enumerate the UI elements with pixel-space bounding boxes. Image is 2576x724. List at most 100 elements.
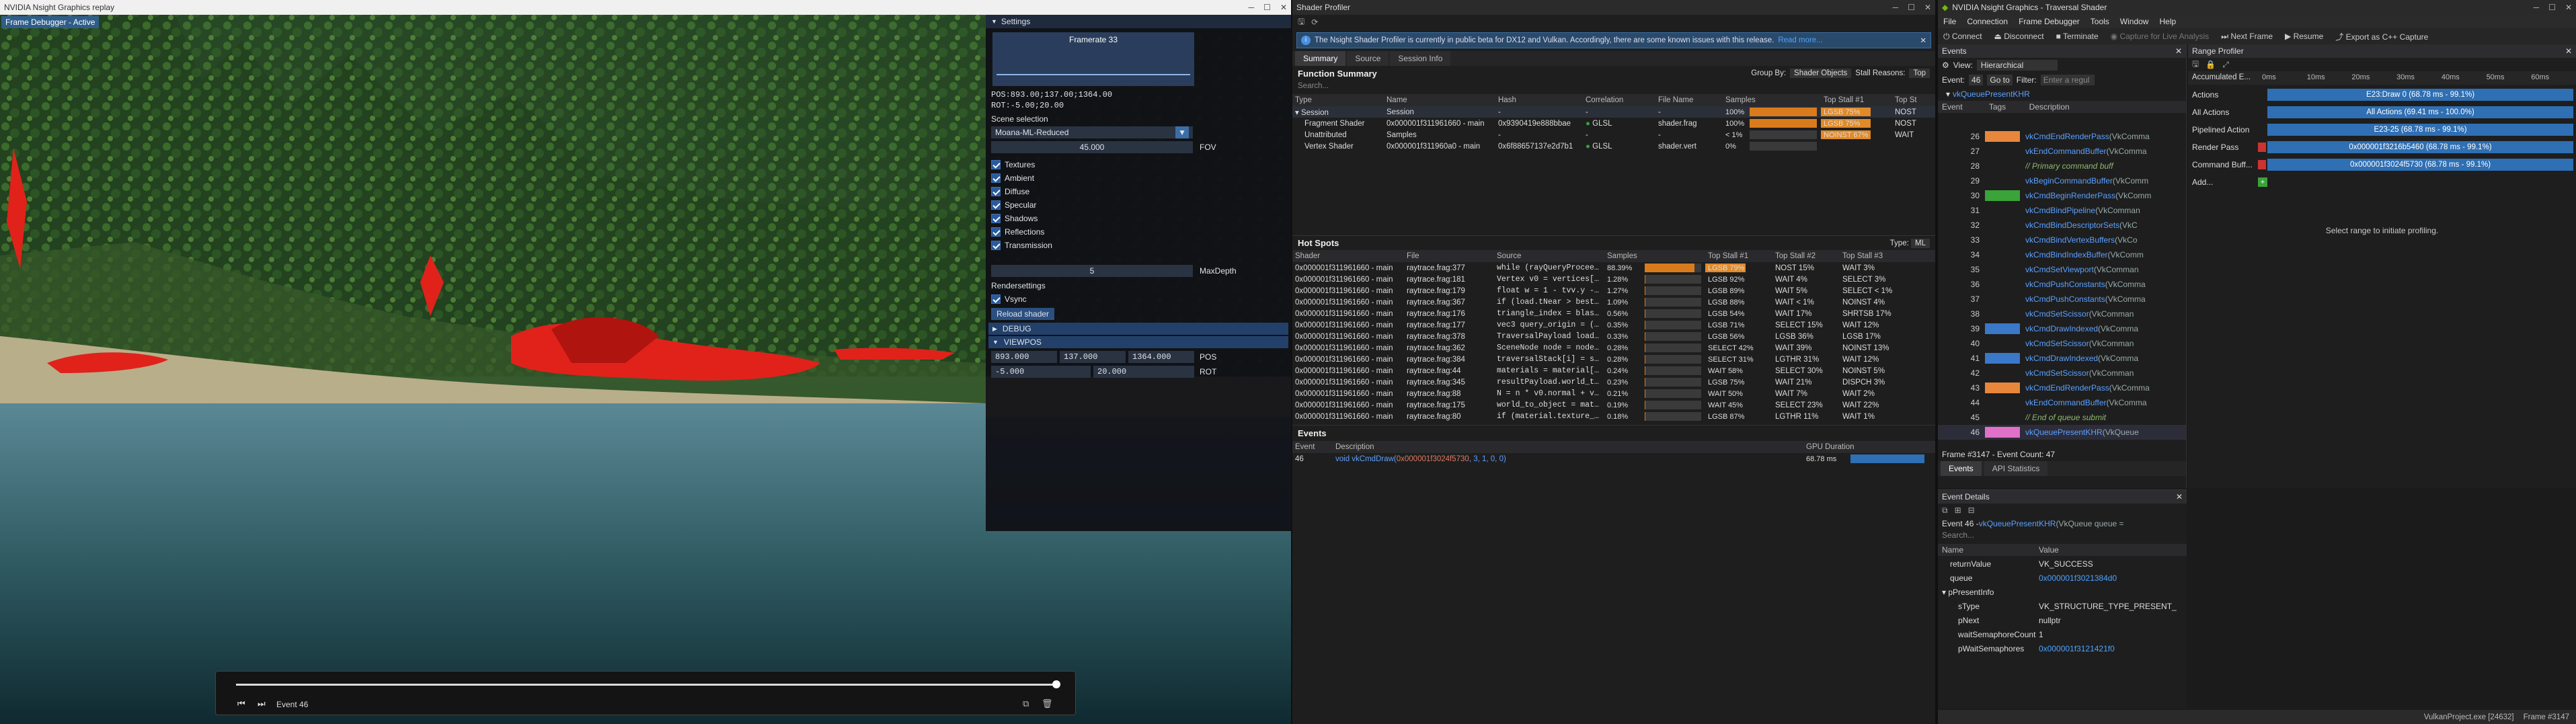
range-bar[interactable]: E23:Draw 0 (68.78 ms - 99.1%)	[2267, 89, 2573, 101]
fov-slider[interactable]: 45.000	[991, 141, 1193, 153]
list-item[interactable]: 46 vkQueuePresentKHR(VkQueue	[1938, 425, 2186, 440]
maximize-icon[interactable]: ☐	[1263, 3, 1271, 12]
row-file[interactable]: shader.vert	[1655, 140, 1723, 152]
feature-checkbox-ambient[interactable]: Ambient	[991, 172, 1034, 184]
table-row[interactable]: 0x000001f311961660 - main raytrace.frag:3…	[1292, 376, 1935, 388]
close-icon[interactable]: ✕	[2176, 492, 2183, 501]
api-name[interactable]: vkCmdEndRenderPass	[2025, 383, 2109, 393]
read-more-link[interactable]: Read more...	[1778, 36, 1822, 44]
feature-checkbox-reflections[interactable]: Reflections	[991, 226, 1044, 238]
playback-handle[interactable]	[1052, 680, 1060, 688]
list-item[interactable]: 29 vkBeginCommandBuffer(VkComm	[1938, 173, 2186, 188]
tab-api-statistics[interactable]: API Statistics	[1984, 461, 2048, 476]
range-row[interactable]: Command Buff... 0x000001f3024f5730 (68.78…	[2188, 157, 2576, 172]
row-file[interactable]: shader.frag	[1655, 118, 1723, 129]
table-row[interactable]: ▾ Session Session - - - 100% LGSB 75% NOST	[1292, 106, 1935, 118]
list-item[interactable]: 31 vkCmdBindPipeline(VkComman	[1938, 203, 2186, 218]
toolbar-resume-button[interactable]: ▶ Resume	[2285, 32, 2323, 41]
list-item[interactable]: 34 vkCmdBindIndexBuffer(VkComm	[1938, 247, 2186, 262]
table-row[interactable]: 0x000001f311961660 - main raytrace.frag:1…	[1292, 319, 1935, 331]
close-icon[interactable]: ✕	[2565, 3, 2572, 12]
hotspot-file[interactable]: raytrace.frag:179	[1404, 285, 1494, 296]
viewpos-section[interactable]: ▼ VIEWPOS	[988, 336, 1288, 348]
table-row[interactable]: 0x000001f311961660 - main raytrace.frag:3…	[1292, 296, 1935, 308]
detail-row[interactable]: sType VK_STRUCTURE_TYPE_PRESENT_	[1938, 600, 2187, 613]
add-icon[interactable]: +	[2258, 177, 2267, 187]
refresh-icon[interactable]: ⟳	[1311, 17, 1318, 27]
event-number-input[interactable]: 46	[1969, 75, 1984, 85]
group-by-dropdown[interactable]: Shader Objects	[1790, 69, 1852, 78]
maxdepth-slider[interactable]: 5	[991, 265, 1193, 277]
api-name[interactable]: vkCmdBindIndexBuffer	[2025, 250, 2108, 259]
debug-section[interactable]: ▶ DEBUG	[988, 323, 1288, 335]
list-item[interactable]: 45 // End of queue submit	[1938, 410, 2186, 425]
table-row[interactable]: 46 void vkCmdDraw(0x000001f3024f5730, 3,…	[1292, 453, 1935, 465]
queue-present-node[interactable]: vkQueuePresentKHR	[1953, 89, 2030, 99]
detail-row[interactable]: returnValue VK_SUCCESS	[1938, 557, 2187, 571]
api-name[interactable]: vkCmdSetScissor	[2025, 309, 2089, 319]
collapse-all-icon[interactable]: ⊟	[1968, 506, 1975, 515]
column-header[interactable]: File Name	[1655, 94, 1723, 106]
feature-checkbox-diffuse[interactable]: Diffuse	[991, 186, 1029, 198]
filter-input[interactable]: Enter a regul	[2040, 75, 2095, 85]
hotspot-file[interactable]: raytrace.frag:88	[1404, 388, 1494, 399]
hotspot-file[interactable]: raytrace.frag:367	[1404, 296, 1494, 308]
detail-value[interactable]: 0x000001f3121421f0	[2039, 644, 2180, 653]
column-header[interactable]: Source	[1494, 250, 1604, 262]
list-item[interactable]: 39 vkCmdDrawIndexed(VkComma	[1938, 321, 2186, 336]
close-icon[interactable]: ✕	[2565, 46, 2572, 56]
view-dropdown[interactable]: Hierarchical	[1976, 60, 2058, 71]
rot-y-input[interactable]: 20.000	[1093, 366, 1194, 378]
list-item[interactable]: 37 vkCmdPushConstants(VkComma	[1938, 292, 2186, 307]
api-name[interactable]: vkEndCommandBuffer	[2025, 398, 2107, 407]
column-header[interactable]: Top Stall #1	[1705, 250, 1772, 262]
api-name[interactable]: vkCmdSetScissor	[2025, 368, 2089, 378]
column-header[interactable]: Description	[2025, 102, 2186, 112]
toolbar-capture-for-live-analysis-button[interactable]: ◉ Capture for Live Analysis	[2111, 32, 2210, 41]
hotspot-type-dropdown[interactable]: ML	[1911, 238, 1930, 248]
range-bar[interactable]: 0x000001f3216b5460 (68.78 ms - 99.1%)	[2267, 141, 2573, 153]
list-item[interactable]: 30 vkCmdBeginRenderPass(VkComm	[1938, 188, 2186, 203]
api-name[interactable]: vkCmdSetScissor	[2025, 339, 2089, 348]
column-header[interactable]: GPU Duration	[1803, 441, 1935, 453]
copy-icon[interactable]: ⧉	[1942, 506, 1948, 516]
minimize-icon[interactable]: ─	[2534, 3, 2540, 12]
api-name[interactable]: vkCmdBindVertexBuffers	[2025, 235, 2115, 245]
api-name[interactable]: vkCmdSetViewport	[2025, 265, 2094, 274]
feature-checkbox-transmission[interactable]: Transmission	[991, 239, 1052, 251]
api-name[interactable]: vkQueuePresentKHR	[2025, 428, 2103, 437]
table-row[interactable]: 0x000001f311961660 - main raytrace.frag:4…	[1292, 365, 1935, 376]
table-row[interactable]: Fragment Shader 0x000001f311961660 - main…	[1292, 118, 1935, 129]
expand-icon[interactable]: ⊞	[1955, 506, 1961, 515]
detail-row[interactable]: waitSemaphoreCount 1	[1938, 628, 2187, 641]
range-row[interactable]: Add... +	[2188, 175, 2576, 190]
api-name[interactable]: vkCmdDrawIndexed	[2025, 324, 2098, 333]
column-header[interactable]: Tags	[1985, 102, 2025, 112]
minimize-icon[interactable]: ─	[1893, 3, 1899, 12]
api-name[interactable]: vkCmdPushConstants	[2025, 294, 2105, 304]
toolbar-next-frame-button[interactable]: ⏭ Next Frame	[2221, 32, 2273, 42]
list-item[interactable]: 27 vkEndCommandBuffer(VkComma	[1938, 144, 2186, 159]
hotspot-file[interactable]: raytrace.frag:345	[1404, 376, 1494, 388]
rot-x-input[interactable]: -5.000	[991, 366, 1091, 378]
list-item[interactable]: 36 vkCmdPushConstants(VkComma	[1938, 277, 2186, 292]
api-name[interactable]: vkCmdPushConstants	[2025, 280, 2105, 289]
lock-icon[interactable]: 🔒	[2206, 60, 2216, 69]
menu-frame-debugger[interactable]: Frame Debugger	[2019, 17, 2080, 26]
menu-tools[interactable]: Tools	[2091, 17, 2109, 26]
column-header[interactable]: Top St	[1892, 94, 1935, 106]
minimize-icon[interactable]: ─	[1249, 3, 1255, 12]
feature-checkbox-shadows[interactable]: Shadows	[991, 212, 1038, 225]
menu-connection[interactable]: Connection	[1967, 17, 2008, 26]
list-item[interactable]: 33 vkCmdBindVertexBuffers(VkCo	[1938, 233, 2186, 247]
list-item[interactable]: 44 vkEndCommandBuffer(VkComma	[1938, 395, 2186, 410]
pos-y-input[interactable]: 137.000	[1060, 351, 1126, 363]
table-row[interactable]: Vertex Shader 0x000001f311960a0 - main 0x6…	[1292, 140, 1935, 152]
range-row[interactable]: Pipelined Action E23-25 (68.78 ms - 99.1%…	[2188, 122, 2576, 137]
list-item[interactable]: 38 vkCmdSetScissor(VkComman	[1938, 307, 2186, 321]
list-item[interactable]: 41 vkCmdDrawIndexed(VkComma	[1938, 351, 2186, 366]
hotspot-file[interactable]: raytrace.frag:44	[1404, 365, 1494, 376]
event-number[interactable]: 46	[1292, 453, 1333, 465]
zoom-icon[interactable]: ⤢	[2222, 60, 2229, 70]
column-header[interactable]: Event	[1292, 441, 1333, 453]
